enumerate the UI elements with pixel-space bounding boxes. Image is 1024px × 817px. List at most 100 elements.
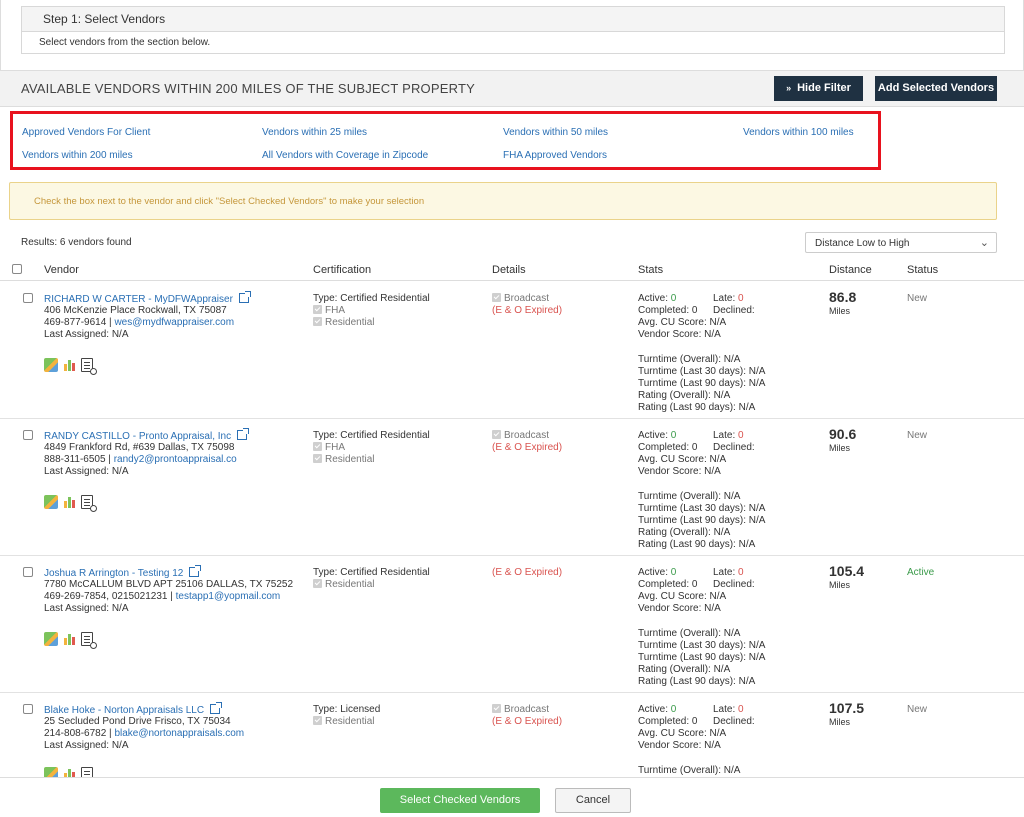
stat-vendor-score: Vendor Score: N/A — [638, 740, 721, 751]
cancel-button[interactable]: Cancel — [555, 788, 631, 813]
eo-expired-flag: (E & O Expired) — [492, 305, 563, 316]
external-link-icon[interactable] — [237, 428, 250, 440]
step-title: Step 1: Select Vendors — [22, 7, 1004, 32]
vendor-email-link[interactable]: blake@nortonappraisals.com — [114, 728, 244, 739]
checked-icon — [313, 442, 322, 451]
chevron-down-icon: ⌄ — [979, 237, 989, 249]
select-checked-vendors-button[interactable]: Select Checked Vendors — [380, 788, 540, 813]
vendor-email-link[interactable]: randy2@prontoappraisal.co — [114, 454, 237, 465]
vendor-contact: 214-808-6782 | blake@nortonappraisals.co… — [44, 728, 244, 740]
filter-within-50-miles[interactable]: Vendors within 50 miles — [503, 127, 608, 138]
broadcast-flag: Broadcast — [492, 704, 549, 716]
bar-chart-icon[interactable] — [63, 495, 77, 509]
stat-turntime-90: Turntime (Last 90 days): N/A — [638, 515, 766, 526]
map-icon[interactable] — [44, 632, 58, 646]
map-icon[interactable] — [44, 495, 58, 509]
cert-type: Type: Certified Residential — [313, 293, 430, 304]
distance-unit: Miles — [829, 306, 851, 316]
status-badge: New — [907, 430, 928, 441]
stat-avg-cu: Avg. CU Score: N/A — [638, 317, 727, 328]
broadcast-flag: Broadcast — [492, 293, 549, 305]
cert-item: FHA — [313, 442, 345, 454]
status-badge: Active — [907, 567, 935, 578]
stat-rating-overall: Rating (Overall): N/A — [638, 527, 731, 538]
filter-approved-vendors[interactable]: Approved Vendors For Client — [22, 127, 150, 138]
cert-item: FHA — [313, 305, 345, 317]
stat-vendor-score: Vendor Score: N/A — [638, 329, 721, 340]
stat-vendor-score: Vendor Score: N/A — [638, 466, 721, 477]
vendor-name-link[interactable]: Joshua R Arrington - Testing 12 — [44, 565, 202, 579]
vendor-name-link[interactable]: RICHARD W CARTER - MyDFWAppraiser — [44, 291, 251, 305]
vendor-address: 406 McKenzie Place Rockwall, TX 75087 — [44, 305, 227, 316]
stat-turntime-30: Turntime (Last 30 days): N/A — [638, 503, 766, 514]
vendor-phone: 888-311-6505 | — [44, 454, 114, 465]
map-icon[interactable] — [44, 358, 58, 372]
checked-icon — [313, 454, 322, 463]
step-subtitle: Select vendors from the section below. — [39, 37, 211, 48]
stat-active: Active: 0 — [638, 567, 677, 578]
vendor-checkbox[interactable] — [23, 567, 33, 577]
bar-chart-icon[interactable] — [63, 632, 77, 646]
column-status: Status — [907, 264, 939, 276]
stat-rating-90: Rating (Last 90 days): N/A — [638, 539, 756, 550]
instruction-text: Check the box next to the vendor and cli… — [34, 196, 425, 207]
cert-type: Type: Certified Residential — [313, 430, 430, 441]
external-link-icon[interactable] — [210, 702, 223, 714]
vendor-checkbox[interactable] — [23, 430, 33, 440]
stat-turntime-90: Turntime (Last 90 days): N/A — [638, 652, 766, 663]
document-search-icon[interactable] — [81, 358, 97, 375]
stat-turntime-overall: Turntime (Overall): N/A — [638, 354, 741, 365]
filter-fha-approved[interactable]: FHA Approved Vendors — [503, 150, 607, 161]
vendor-last-assigned: Last Assigned: N/A — [44, 329, 129, 340]
vendor-last-assigned: Last Assigned: N/A — [44, 466, 129, 477]
stat-rating-overall: Rating (Overall): N/A — [638, 390, 731, 401]
checked-icon — [313, 579, 322, 588]
vendor-checkbox[interactable] — [23, 293, 33, 303]
column-distance: Distance — [829, 264, 872, 276]
hide-filter-button[interactable]: » Hide Filter — [774, 76, 863, 101]
add-selected-vendors-button[interactable]: Add Selected Vendors — [875, 76, 997, 101]
stat-active: Active: 0 — [638, 293, 677, 304]
status-badge: New — [907, 293, 928, 304]
vendor-table-header: Vendor Certification Details Stats Dista… — [0, 259, 1024, 281]
filter-all-coverage-zipcode[interactable]: All Vendors with Coverage in Zipcode — [262, 150, 428, 161]
bar-chart-icon[interactable] — [63, 358, 77, 372]
external-link-icon[interactable] — [238, 291, 251, 303]
stat-completed: Completed: 0 — [638, 305, 698, 316]
sort-select[interactable]: Distance Low to High ⌄ — [805, 232, 997, 253]
filter-within-100-miles[interactable]: Vendors within 100 miles — [743, 127, 854, 138]
stat-turntime-overall: Turntime (Overall): N/A — [638, 491, 741, 502]
document-search-icon[interactable] — [81, 495, 97, 512]
vendor-email-link[interactable]: wes@mydfwappraiser.com — [114, 317, 234, 328]
vendor-row: RANDY CASTILLO - Pronto Appraisal, Inc 4… — [0, 419, 1024, 556]
eo-expired-flag: (E & O Expired) — [492, 442, 563, 453]
vendor-checkbox[interactable] — [23, 704, 33, 714]
stat-completed: Completed: 0 — [638, 579, 698, 590]
vendor-email-link[interactable]: testapp1@yopmail.com — [176, 591, 281, 602]
stat-declined: Declined: — [713, 305, 755, 316]
eo-expired-flag: (E & O Expired) — [492, 567, 563, 578]
filter-within-200-miles[interactable]: Vendors within 200 miles — [22, 150, 133, 161]
step-panel: Step 1: Select Vendors Select vendors fr… — [21, 6, 1005, 54]
stat-avg-cu: Avg. CU Score: N/A — [638, 728, 727, 739]
stat-rating-90: Rating (Last 90 days): N/A — [638, 676, 756, 687]
checked-icon — [492, 430, 501, 439]
select-all-checkbox[interactable] — [12, 264, 22, 274]
available-vendors-header: AVAILABLE VENDORS WITHIN 200 MILES OF TH… — [0, 70, 1024, 107]
vendor-name-link[interactable]: RANDY CASTILLO - Pronto Appraisal, Inc — [44, 428, 250, 442]
external-link-icon[interactable] — [189, 565, 202, 577]
column-vendor: Vendor — [44, 264, 79, 276]
stat-turntime-90: Turntime (Last 90 days): N/A — [638, 378, 766, 389]
status-badge: New — [907, 704, 928, 715]
vendor-contact: 888-311-6505 | randy2@prontoappraisal.co — [44, 454, 237, 466]
filter-within-25-miles[interactable]: Vendors within 25 miles — [262, 127, 367, 138]
instruction-alert: Check the box next to the vendor and cli… — [9, 182, 997, 220]
vendor-address: 25 Secluded Pond Drive Frisco, TX 75034 — [44, 716, 231, 727]
vendor-name-link[interactable]: Blake Hoke - Norton Appraisals LLC — [44, 702, 223, 716]
stat-turntime-30: Turntime (Last 30 days): N/A — [638, 640, 766, 651]
stat-late: Late: 0 — [713, 704, 744, 715]
document-search-icon[interactable] — [81, 632, 97, 649]
stat-rating-overall: Rating (Overall): N/A — [638, 664, 731, 675]
stat-vendor-score: Vendor Score: N/A — [638, 603, 721, 614]
column-certification: Certification — [313, 264, 372, 276]
